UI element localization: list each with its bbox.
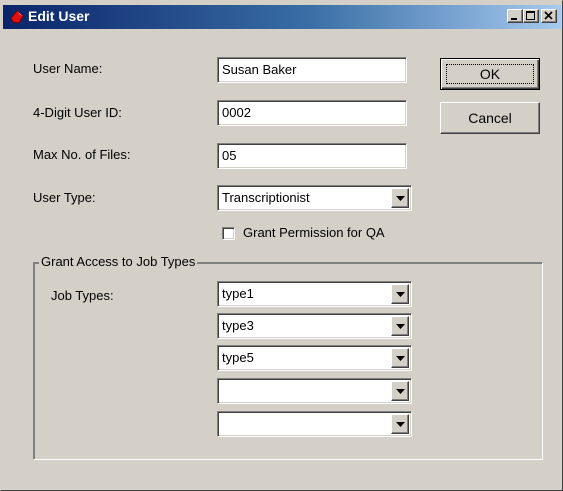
user-type-dropdown-button[interactable] [391, 188, 409, 208]
job-type-select-3[interactable]: type5 [217, 345, 412, 371]
close-icon [544, 11, 553, 20]
max-files-input[interactable]: 05 [217, 143, 407, 169]
user-type-label: User Type: [33, 190, 96, 205]
chevron-down-icon [396, 196, 405, 201]
job-type-dropdown-button-2[interactable] [391, 316, 409, 336]
cancel-button[interactable]: Cancel [440, 102, 540, 134]
chevron-down-icon [396, 292, 405, 297]
edit-user-dialog: Edit User User Name: Susan Baker 4-Digit… [0, 0, 563, 491]
job-type-select-5[interactable] [217, 411, 412, 437]
minimize-icon [511, 18, 517, 20]
user-type-value: Transcriptionist [222, 190, 310, 205]
user-name-label: User Name: [33, 61, 103, 76]
job-type-select-2[interactable]: type3 [217, 313, 412, 339]
job-type-select-4[interactable] [217, 378, 412, 404]
chevron-down-icon [396, 389, 405, 394]
grant-qa-checkbox[interactable] [222, 227, 235, 240]
job-type-dropdown-button-4[interactable] [391, 381, 409, 401]
chevron-down-icon [396, 324, 405, 329]
app-icon [9, 9, 25, 25]
job-type-select-1[interactable]: type1 [217, 281, 412, 307]
user-name-input[interactable]: Susan Baker [217, 57, 407, 83]
window-title: Edit User [28, 8, 90, 24]
job-type-value-2: type3 [222, 318, 254, 333]
title-bar[interactable]: Edit User [3, 5, 561, 29]
ok-button-label: OK [479, 66, 501, 82]
chevron-down-icon [396, 356, 405, 361]
ok-button[interactable]: OK [440, 58, 540, 90]
cancel-button-label: Cancel [468, 110, 512, 126]
user-id-input[interactable]: 0002 [217, 100, 407, 126]
maximize-button[interactable] [523, 9, 539, 23]
job-type-dropdown-button-1[interactable] [391, 284, 409, 304]
maximize-icon [526, 11, 535, 20]
job-types-label: Job Types: [51, 288, 114, 303]
close-button[interactable] [541, 9, 557, 23]
chevron-down-icon [396, 422, 405, 427]
job-type-dropdown-button-5[interactable] [391, 414, 409, 434]
grant-qa-label: Grant Permission for QA [243, 225, 385, 240]
job-types-group-title: Grant Access to Job Types [39, 254, 198, 269]
job-type-value-3: type5 [222, 350, 254, 365]
user-type-select[interactable]: Transcriptionist [217, 185, 412, 211]
job-type-value-1: type1 [222, 286, 254, 301]
user-id-label: 4-Digit User ID: [33, 105, 122, 120]
max-files-label: Max No. of Files: [33, 147, 131, 162]
minimize-button[interactable] [507, 9, 523, 23]
job-type-dropdown-button-3[interactable] [391, 348, 409, 368]
